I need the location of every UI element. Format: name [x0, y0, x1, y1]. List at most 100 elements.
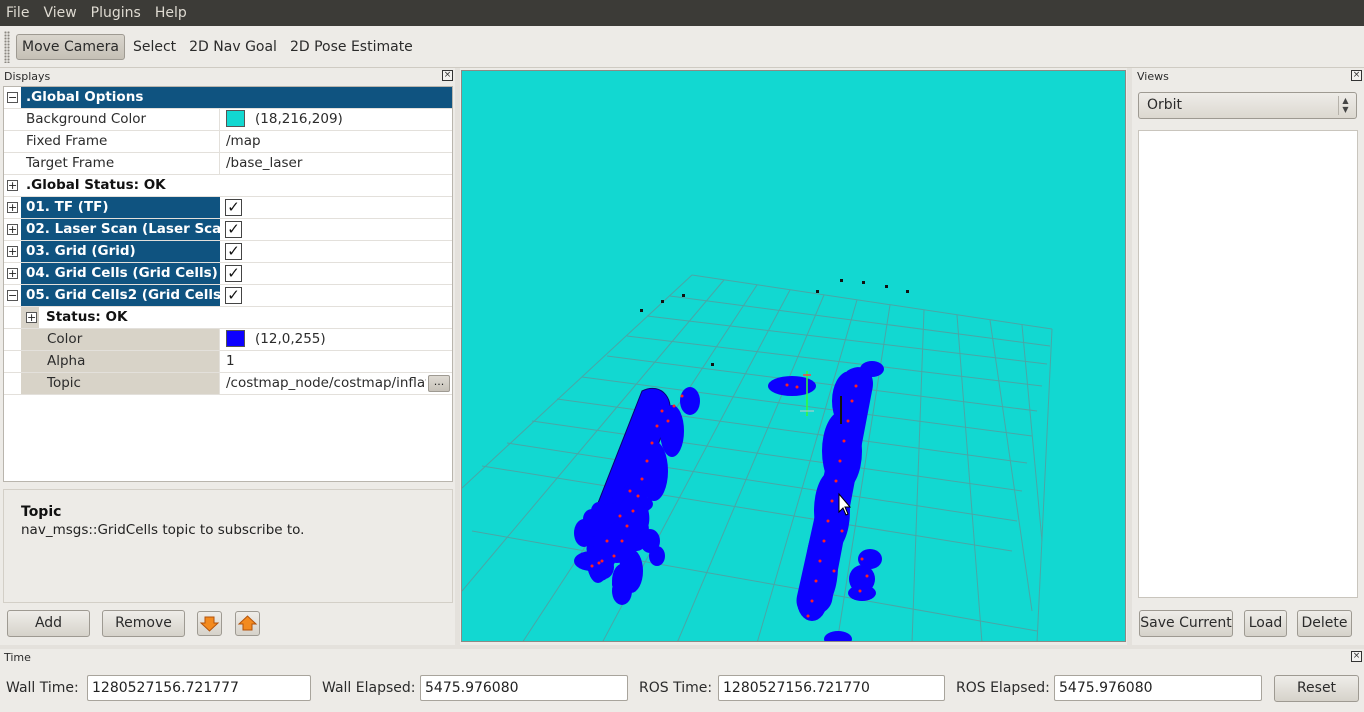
menu-plugins[interactable]: Plugins [85, 5, 147, 21]
ros-elapsed-field[interactable]: 5475.976080 [1054, 675, 1262, 701]
ros-elapsed-label: ROS Elapsed: [956, 680, 1050, 696]
fixed-frame-row[interactable]: Fixed Frame /map [4, 131, 452, 153]
global-status-row[interactable]: + .Global Status: OK [4, 175, 452, 197]
display-item-tf[interactable]: + 01. TF (TF) ✓ [4, 197, 452, 219]
target-frame-value[interactable]: /base_laser [220, 153, 452, 174]
alpha-label: Alpha [21, 351, 220, 372]
expand-icon[interactable]: + [7, 224, 18, 235]
background-color-label: Background Color [21, 109, 220, 130]
tool-bar: Move Camera Select 2D Nav Goal 2D Pose E… [0, 26, 1364, 68]
render-viewport[interactable] [461, 70, 1126, 642]
display-item-grid-cells[interactable]: + 04. Grid Cells (Grid Cells) ✓ [4, 263, 452, 285]
background-color-swatch [226, 110, 245, 127]
nav-goal-button[interactable]: 2D Nav Goal [184, 35, 282, 59]
collapse-icon[interactable]: − [7, 92, 18, 103]
menu-help[interactable]: Help [149, 5, 193, 21]
ros-time-field[interactable]: 1280527156.721770 [718, 675, 945, 701]
arrow-down-icon [199, 616, 220, 632]
topic-row[interactable]: Topic /costmap_node/costmap/inflated_obs… [4, 373, 452, 395]
menu-view[interactable]: View [37, 5, 82, 21]
color-text: (12,0,255) [255, 331, 326, 347]
topic-value[interactable]: /costmap_node/costmap/inflated_obstacles [220, 373, 426, 394]
display-enabled-checkbox[interactable]: ✓ [225, 287, 242, 304]
views-title: Views [1137, 69, 1169, 83]
toolbar-grip-handle[interactable] [4, 30, 10, 63]
menu-file[interactable]: File [0, 5, 35, 21]
wall-time-label: Wall Time: [6, 680, 79, 696]
color-label: Color [21, 329, 220, 350]
display-enabled-checkbox[interactable]: ✓ [225, 243, 242, 260]
map-render [462, 274, 1053, 641]
expand-icon[interactable]: + [7, 246, 18, 257]
saved-views-list[interactable] [1138, 130, 1358, 598]
arrow-up-icon [237, 615, 258, 631]
views-close-icon[interactable]: × [1351, 70, 1362, 81]
displays-dock-title: Displays × [0, 68, 455, 84]
expand-icon[interactable]: + [7, 180, 18, 191]
display-enabled-checkbox[interactable]: ✓ [225, 199, 242, 216]
display-enabled-checkbox[interactable]: ✓ [225, 221, 242, 238]
select-button[interactable]: Select [128, 35, 181, 59]
grid-lines [462, 274, 1053, 641]
expand-icon[interactable]: + [7, 202, 18, 213]
move-down-button[interactable] [197, 611, 222, 636]
target-frame-label: Target Frame [21, 153, 220, 174]
pose-estimate-button[interactable]: 2D Pose Estimate [285, 35, 418, 59]
wall-time-field[interactable]: 1280527156.721777 [87, 675, 311, 701]
display-item-label: 04. Grid Cells (Grid Cells) [21, 263, 220, 284]
alpha-value[interactable]: 1 [220, 351, 452, 372]
add-display-button[interactable]: Add [7, 610, 90, 637]
global-options-row[interactable]: − .Global Options [4, 87, 452, 109]
move-up-button[interactable] [235, 611, 260, 636]
display-item-label: 03. Grid (Grid) [21, 241, 220, 262]
topic-label: Topic [21, 373, 220, 394]
display-item-laser-scan[interactable]: + 02. Laser Scan (Laser Scan) ✓ [4, 219, 452, 241]
display-enabled-checkbox[interactable]: ✓ [225, 265, 242, 282]
right-splitter[interactable] [1127, 68, 1132, 646]
sub-status-label: Status: OK [46, 309, 128, 325]
description-text: nav_msgs::GridCells topic to subscribe t… [21, 522, 305, 538]
view-type-select[interactable]: Orbit ▲ ▼ [1138, 92, 1357, 119]
display-item-label: 05. Grid Cells2 (Grid Cells) [21, 285, 220, 306]
color-value[interactable]: (12,0,255) [220, 329, 452, 350]
property-description: Topic nav_msgs::GridCells topic to subsc… [3, 489, 453, 603]
display-item-label: 02. Laser Scan (Laser Scan) [21, 219, 220, 240]
wall-elapsed-field[interactable]: 5475.976080 [420, 675, 628, 701]
fixed-frame-label: Fixed Frame [21, 131, 220, 152]
color-row[interactable]: Color (12,0,255) [4, 329, 452, 351]
sub-status-row[interactable]: + Status: OK [4, 307, 452, 329]
displays-title: Displays [4, 69, 51, 83]
load-view-button[interactable]: Load [1244, 610, 1287, 637]
time-close-icon[interactable]: × [1351, 651, 1362, 662]
alpha-row[interactable]: Alpha 1 [4, 351, 452, 373]
expand-icon[interactable]: + [26, 312, 37, 323]
collapse-icon[interactable]: − [7, 290, 18, 301]
description-title: Topic [21, 504, 62, 520]
spinner-arrows-icon: ▲ ▼ [1338, 96, 1352, 115]
views-dock-title: Views × [1133, 68, 1364, 84]
time-title: Time [4, 650, 31, 664]
delete-view-button[interactable]: Delete [1297, 610, 1352, 637]
color-swatch [226, 330, 245, 347]
global-status-label: .Global Status: OK [26, 177, 166, 193]
displays-close-icon[interactable]: × [442, 70, 453, 81]
left-splitter[interactable] [455, 68, 460, 646]
display-item-grid-cells2[interactable]: − 05. Grid Cells2 (Grid Cells) ✓ [4, 285, 452, 307]
menu-bar: File View Plugins Help [0, 0, 1364, 26]
expand-icon[interactable]: + [7, 268, 18, 279]
target-frame-row[interactable]: Target Frame /base_laser [4, 153, 452, 175]
move-camera-button[interactable]: Move Camera [16, 33, 125, 60]
fixed-frame-value[interactable]: /map [220, 131, 452, 152]
remove-display-button[interactable]: Remove [102, 610, 185, 637]
displays-tree: − .Global Options Background Color (18,2… [3, 86, 453, 482]
display-item-grid[interactable]: + 03. Grid (Grid) ✓ [4, 241, 452, 263]
background-color-row[interactable]: Background Color (18,216,209) [4, 109, 452, 131]
reset-time-button[interactable]: Reset [1274, 675, 1359, 702]
wall-elapsed-label: Wall Elapsed: [322, 680, 416, 696]
global-options-header: .Global Options [21, 87, 452, 108]
topic-browse-button[interactable]: ... [428, 375, 450, 392]
background-color-value[interactable]: (18,216,209) [220, 109, 452, 130]
background-color-text: (18,216,209) [255, 111, 343, 127]
save-current-view-button[interactable]: Save Current [1139, 610, 1233, 637]
time-dock-title: Time × [0, 649, 1364, 665]
